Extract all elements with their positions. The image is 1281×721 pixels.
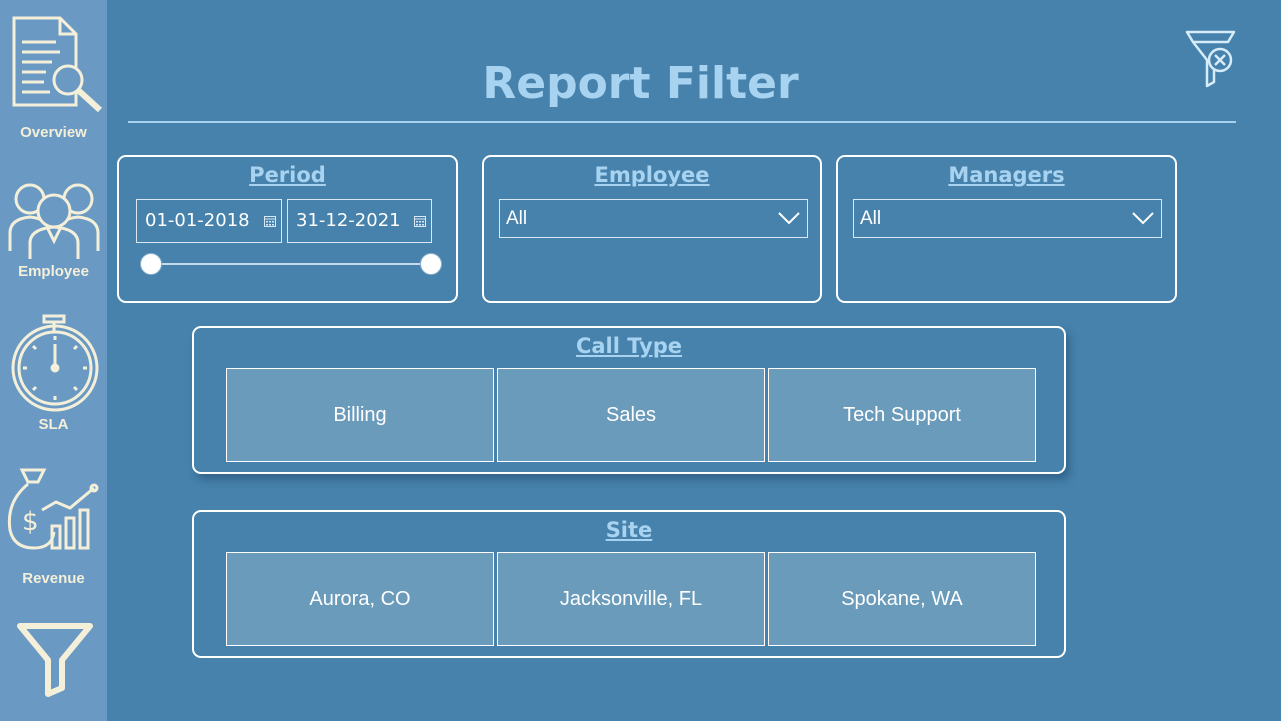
sidebar: Overview Employee SLA $ Revenue [0,0,107,721]
svg-text:$: $ [22,507,39,537]
calendar-icon[interactable] [264,216,276,227]
period-label: Period [249,163,326,187]
call-type-option-tech-support[interactable]: Tech Support [768,368,1036,462]
period-slider-track[interactable] [151,263,431,265]
period-filter-card: Period 01-01-2018 31-12-2021 [117,155,458,303]
call-type-option-billing[interactable]: Billing [226,368,494,462]
call-type-label: Call Type [575,334,683,358]
site-option-aurora[interactable]: Aurora, CO [226,552,494,646]
employee-selected-value: All [506,208,528,229]
period-slider-end-handle[interactable] [420,253,442,275]
site-option-spokane[interactable]: Spokane, WA [768,552,1036,646]
end-date-input[interactable]: 31-12-2021 [287,199,432,243]
site-label: Site [605,518,653,542]
call-type-option-sales[interactable]: Sales [497,368,765,462]
employee-label: Employee [594,163,710,187]
call-type-filter-card: Call Type Billing Sales Tech Support [192,326,1066,474]
sidebar-item-label: SLA [38,416,69,433]
clear-filter-button[interactable] [1182,28,1240,90]
stopwatch-icon [11,314,99,412]
site-filter-card: Site Aurora, CO Jacksonville, FL Spokane… [192,510,1066,658]
sidebar-item-overview[interactable]: Overview [0,0,107,150]
end-date-value: 31-12-2021 [296,210,401,231]
start-date-value: 01-01-2018 [145,210,250,231]
site-option-jacksonville[interactable]: Jacksonville, FL [497,552,765,646]
chevron-down-icon [1132,212,1154,225]
managers-selected-value: All [860,208,882,229]
sidebar-item-label: Overview [20,124,87,141]
clear-filter-icon [1185,30,1236,88]
managers-dropdown[interactable]: All [853,199,1162,238]
chevron-down-icon [778,212,800,225]
sidebar-item-employee[interactable]: Employee [0,165,107,290]
filter-funnel-icon [17,623,93,697]
sidebar-item-label: Employee [18,263,89,280]
employee-group-icon [8,183,100,259]
period-slider-start-handle[interactable] [140,253,162,275]
money-bag-chart-icon: $ [7,468,99,550]
page-title: Report Filter [482,58,799,109]
title-divider [128,121,1236,123]
calendar-icon[interactable] [414,216,426,227]
sidebar-item-revenue[interactable]: $ Revenue [0,462,107,592]
managers-filter-card: Managers All [836,155,1177,303]
sidebar-item-filter[interactable] [0,612,107,702]
sidebar-item-label: Revenue [22,570,85,587]
employee-dropdown[interactable]: All [499,199,808,238]
employee-filter-card: Employee All [482,155,822,303]
start-date-input[interactable]: 01-01-2018 [136,199,282,243]
sidebar-item-sla[interactable]: SLA [0,308,107,438]
managers-label: Managers [948,163,1065,187]
report-document-icon [12,16,103,113]
